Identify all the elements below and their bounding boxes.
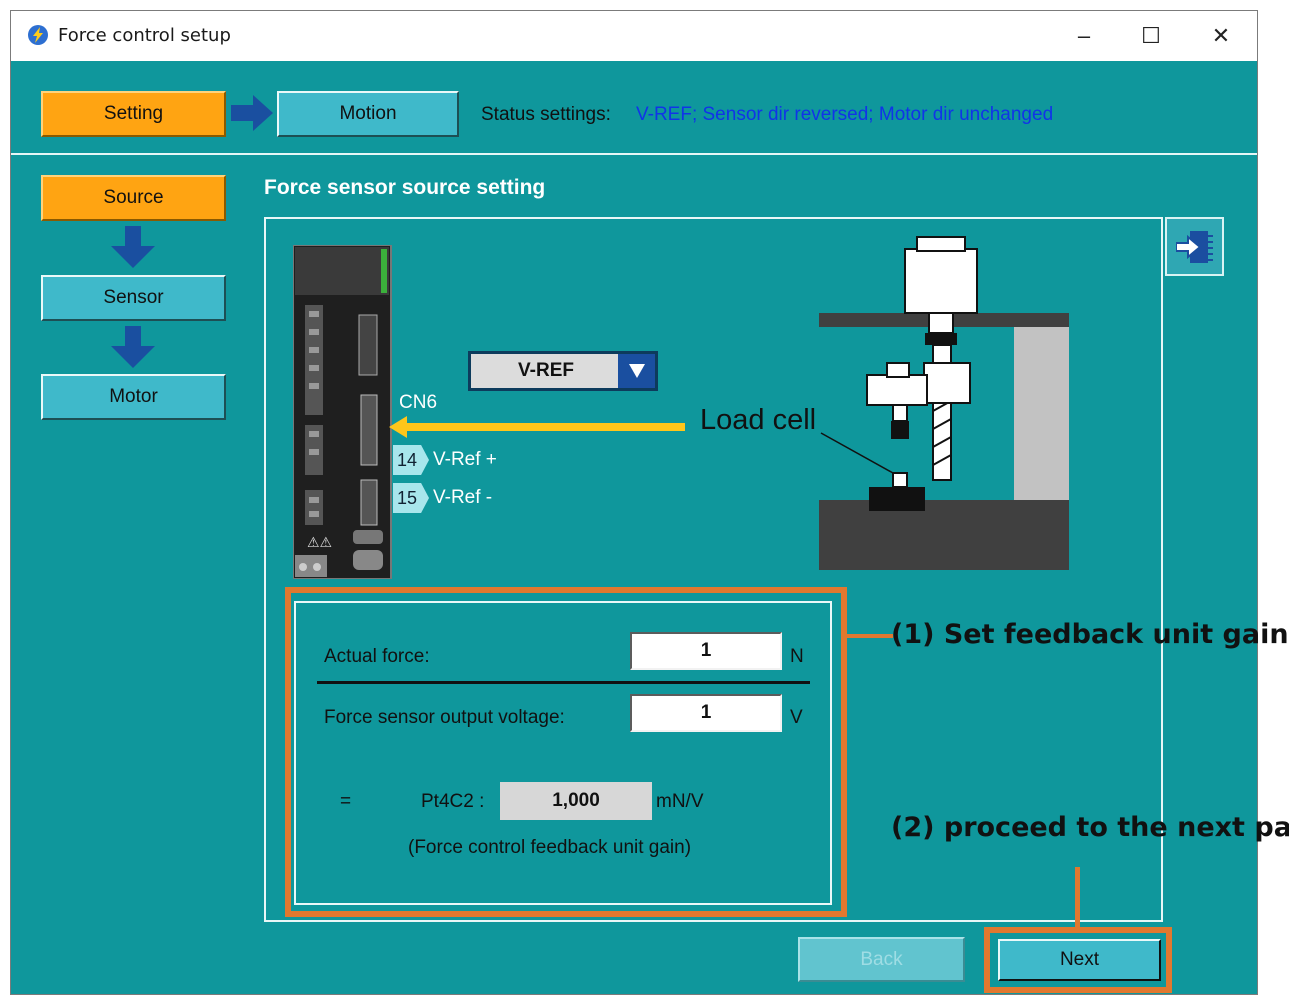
parameter-value: 1,000 — [500, 782, 652, 820]
output-voltage-input[interactable]: 1 — [630, 694, 782, 732]
arrow-right-icon — [231, 93, 273, 138]
arrow-down-icon — [111, 326, 155, 373]
close-button[interactable]: ✕ — [1196, 17, 1246, 55]
divider — [11, 153, 1257, 155]
app-icon — [27, 24, 49, 46]
pin-15-tag: 15 V-Ref - — [393, 483, 492, 513]
gain-caption: (Force control feedback unit gain) — [408, 837, 692, 858]
actual-force-label: Actual force: — [324, 646, 430, 667]
maximize-button[interactable]: ☐ — [1126, 17, 1176, 55]
export-icon[interactable] — [1165, 217, 1224, 276]
sidebar-item-motor[interactable]: Motor — [41, 374, 226, 420]
annotation-connector — [847, 634, 893, 638]
actual-force-input[interactable]: 1 — [630, 632, 782, 670]
parameter-label: Pt4C2 : — [421, 791, 485, 812]
signal-source-dropdown[interactable]: V-REF — [468, 351, 658, 391]
pin-number: 15 — [393, 483, 429, 513]
minimize-button[interactable]: – — [1059, 17, 1109, 55]
press-machine-image — [819, 235, 1071, 575]
title-bar: Force control setup – ☐ ✕ — [11, 11, 1257, 61]
equals-sign: = — [340, 791, 352, 812]
dropdown-value: V-REF — [518, 360, 574, 381]
window-title: Force control setup — [58, 25, 231, 46]
next-button[interactable]: Next — [998, 939, 1161, 981]
pin-label: V-Ref + — [433, 449, 497, 470]
parameter-unit: mN/V — [656, 791, 704, 812]
status-value: V-REF; Sensor dir reversed; Motor dir un… — [636, 104, 1054, 125]
sidebar-item-source[interactable]: Source — [41, 175, 226, 221]
pin-14-tag: 14 V-Ref + — [393, 445, 497, 475]
load-cell-label: Load cell — [700, 404, 817, 436]
actual-force-unit: N — [790, 646, 804, 667]
output-voltage-label: Force sensor output voltage: — [324, 707, 565, 728]
annotation-step2: (2) proceed to the next page — [891, 812, 1289, 843]
step-motion-button[interactable]: Motion — [277, 91, 459, 137]
force-control-setup-window: Force control setup – ☐ ✕ Setting Motion… — [10, 10, 1289, 995]
pin-number: 14 — [393, 445, 429, 475]
arrow-down-icon — [111, 226, 155, 273]
svg-text:⚠⚠: ⚠⚠ — [307, 535, 332, 551]
section-title: Force sensor source setting — [264, 176, 546, 199]
back-button[interactable]: Back — [798, 937, 965, 982]
annotation-connector — [1075, 867, 1080, 929]
servo-drive-image: ⚠⚠ — [292, 244, 393, 584]
signal-arrow — [389, 416, 689, 443]
step-setting-button[interactable]: Setting — [41, 91, 226, 137]
pin-label: V-Ref - — [433, 487, 493, 508]
annotation-step1: (1) Set feedback unit gain — [891, 619, 1289, 650]
output-voltage-unit: V — [790, 707, 803, 728]
sidebar-item-sensor[interactable]: Sensor — [41, 275, 226, 321]
connector-label: CN6 — [399, 392, 438, 413]
fraction-line — [317, 681, 810, 684]
status-label: Status settings: — [481, 104, 611, 125]
chevron-down-icon[interactable] — [618, 354, 655, 388]
